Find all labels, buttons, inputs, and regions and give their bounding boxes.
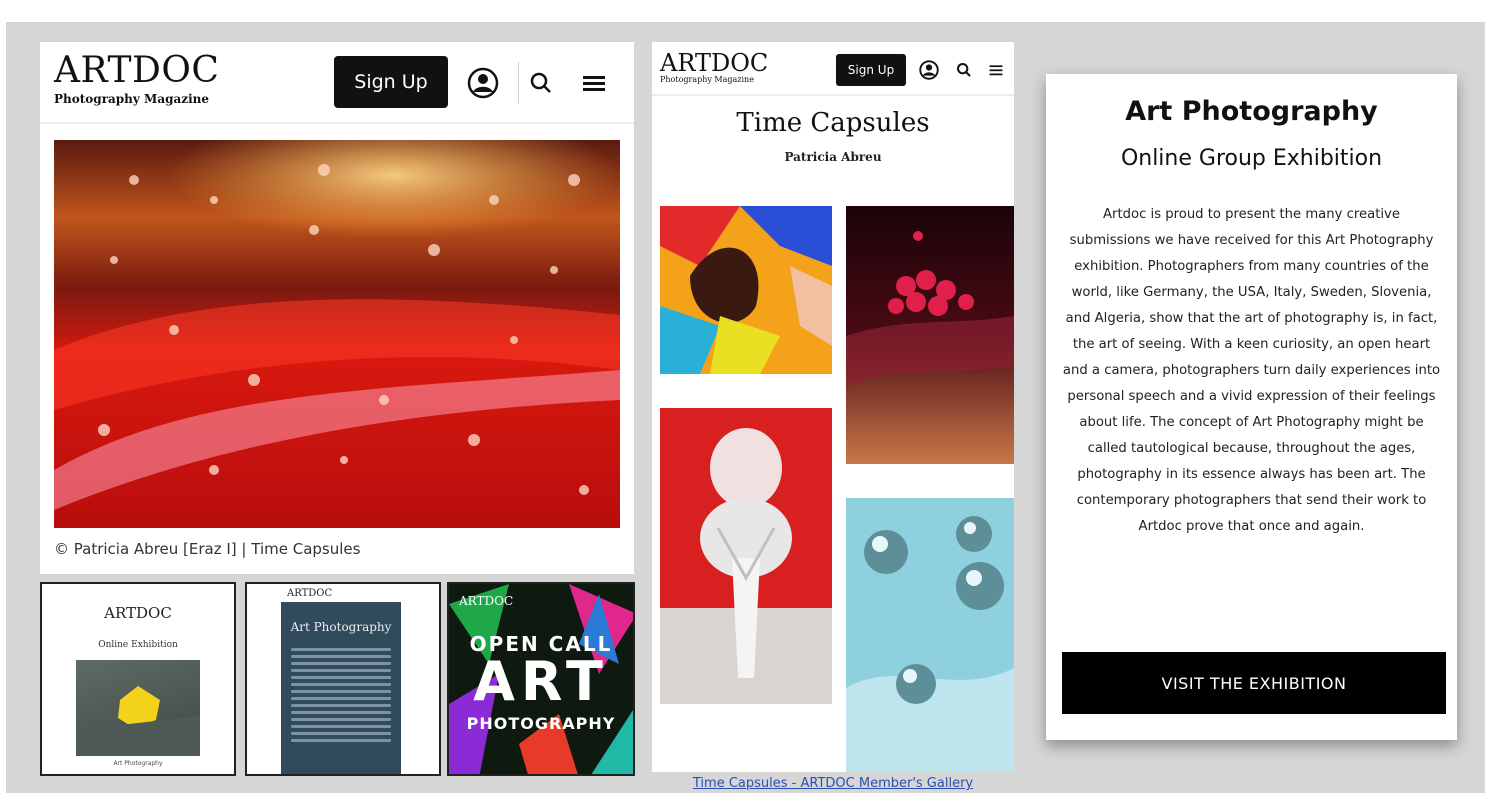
card-subtitle: Online Group Exhibition (1120, 146, 1383, 171)
logo-subtitle: Photography Magazine (54, 92, 210, 106)
thumbnail-online-exhibition[interactable]: ARTDOC Online Exhibition Art Photography (40, 582, 236, 776)
thumbnail-logo: ARTDOC (287, 588, 333, 599)
thumbnail-title: Art Photography (290, 620, 392, 634)
user-icon[interactable] (466, 66, 500, 100)
logo[interactable]: ARTDOC (54, 52, 219, 90)
signup-button[interactable]: Sign Up (836, 54, 906, 86)
visit-exhibition-button[interactable]: VISIT THE EXHIBITION (1062, 652, 1446, 714)
card-description: Artdoc is proud to present the many crea… (1062, 207, 1441, 534)
user-icon[interactable] (918, 59, 940, 81)
desktop-preview: ARTDOC Photography Magazine Sign Up © Pa… (40, 42, 634, 574)
logo[interactable]: ARTDOC (660, 50, 768, 76)
gallery-photo[interactable] (660, 408, 832, 704)
art-text: ART (473, 650, 609, 713)
gallery-link[interactable]: Time Capsules - ARTDOC Member's Gallery (652, 776, 1014, 791)
thumbnail-text-lines (291, 644, 391, 746)
gallery-photo[interactable] (846, 206, 1014, 464)
exhibition-card: Art Photography Online Group Exhibition … (1046, 74, 1457, 740)
logo-subtitle: Photography Magazine (660, 75, 754, 84)
thumbnail-footer: Art Photography (113, 760, 163, 767)
header-divider (518, 62, 519, 104)
thumbnail-title: Online Exhibition (98, 640, 178, 650)
gallery-author: Patricia Abreu (784, 150, 882, 164)
gallery-photo[interactable] (846, 498, 1014, 772)
hero-image[interactable] (54, 140, 620, 528)
mobile-preview: ARTDOC Photography Magazine Sign Up Time… (652, 42, 1014, 772)
search-icon[interactable] (528, 70, 554, 96)
thumbnail-text-card: Art Photography (281, 602, 401, 774)
desktop-header: ARTDOC Photography Magazine Sign Up (40, 42, 634, 124)
thumbnail-image (76, 660, 200, 756)
menu-icon[interactable] (986, 60, 1006, 80)
mobile-header: ARTDOC Photography Magazine Sign Up (652, 42, 1014, 96)
thumbnail-art-photography[interactable]: ARTDOC Art Photography (245, 582, 441, 776)
thumbnail-open-call[interactable]: ARTDOC OPEN CALL ART PHOTOGRAPHY (447, 582, 635, 776)
gallery-title: Time Capsules (736, 108, 930, 138)
photography-text: PHOTOGRAPHY (466, 714, 616, 733)
thumbnail-logo: ARTDOC (459, 594, 514, 608)
menu-icon[interactable] (580, 70, 608, 96)
thumbnail-logo: ARTDOC (104, 604, 172, 622)
signup-button[interactable]: Sign Up (334, 56, 448, 108)
search-icon[interactable] (954, 60, 974, 80)
image-caption: © Patricia Abreu [Eraz I] | Time Capsule… (54, 540, 361, 558)
card-title: Art Photography (1125, 96, 1378, 127)
gallery-photo[interactable] (660, 206, 832, 374)
